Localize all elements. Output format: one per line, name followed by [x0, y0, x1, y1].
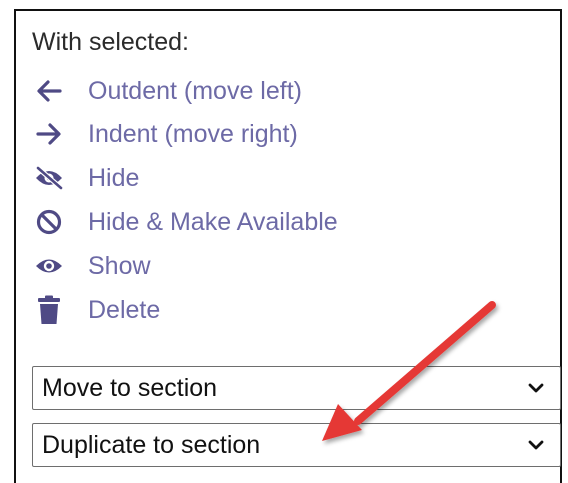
red-arrow-icon [322, 301, 496, 441]
